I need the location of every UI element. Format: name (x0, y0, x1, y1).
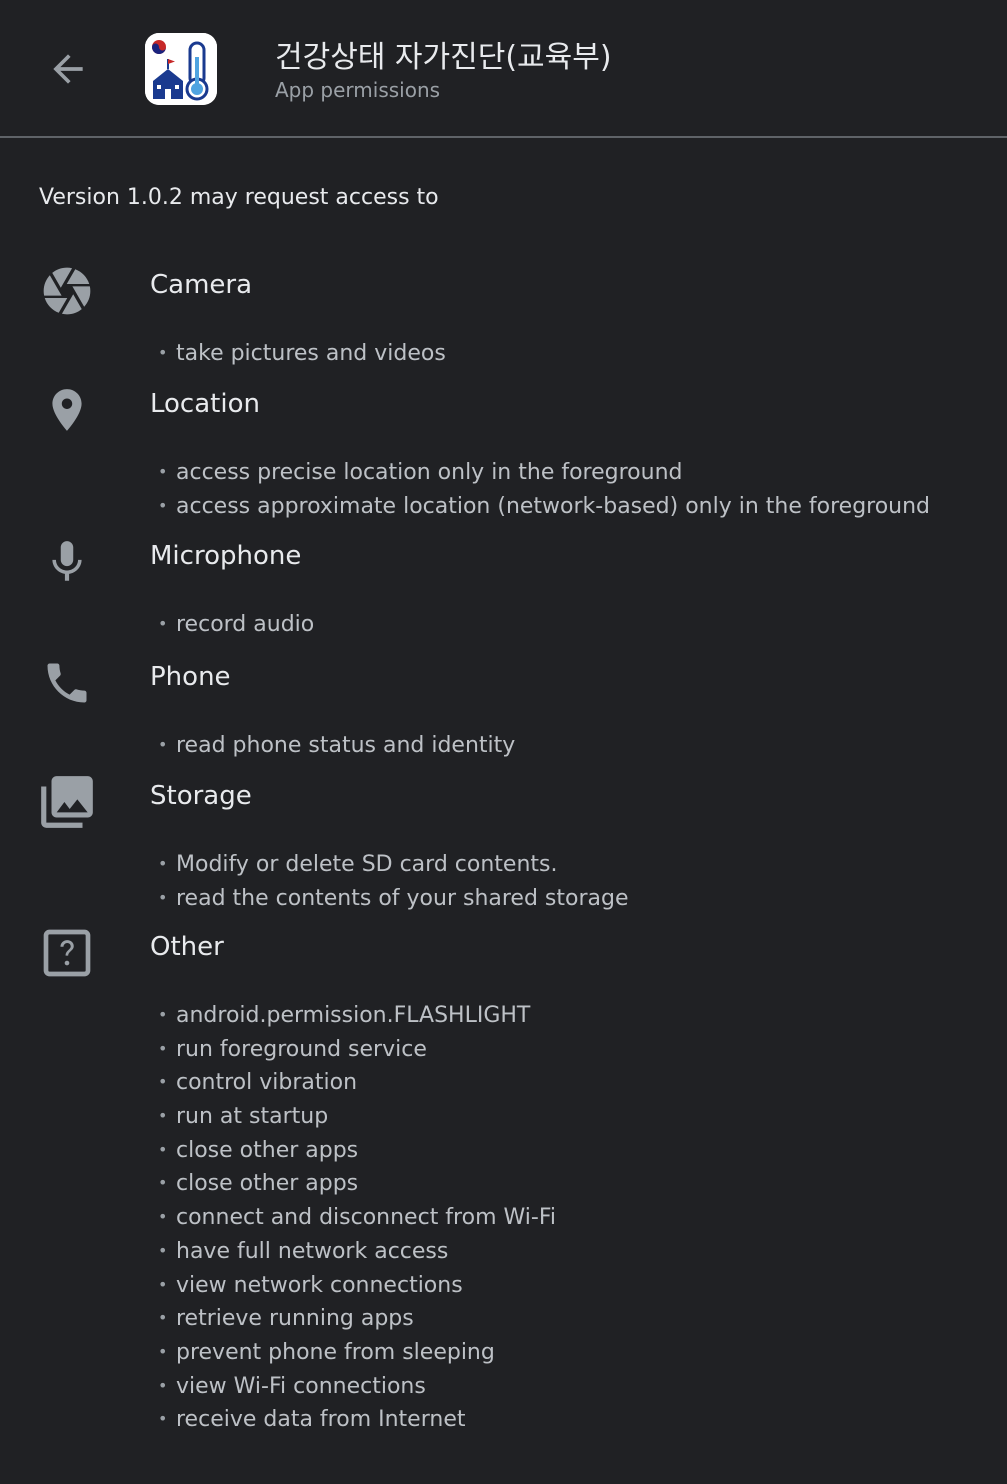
permission-item: • control vibration (158, 1070, 358, 1096)
camera-aperture-icon (32, 256, 102, 326)
permission-item: • record audio (158, 612, 315, 637)
permission-item: • connect and disconnect from Wi-Fi (158, 1205, 556, 1231)
permission-item: • android.permission.FLASHLIGHT (158, 1003, 531, 1028)
app-bar: 건강상태 자가진단(교육부) App permissions (0, 0, 1007, 138)
version-intro-text: Version 1.0.2 may request access to (39, 185, 439, 210)
permission-list-storage: • Modify or delete SD card contents. • rea… (158, 847, 629, 914)
permission-item: • take pictures and videos (158, 341, 446, 366)
permission-item: • Modify or delete SD card contents. (158, 852, 558, 877)
permission-item: • run at startup (158, 1104, 329, 1130)
permission-list-location: • access precise location only in the for… (158, 455, 930, 522)
permission-item: • access approximate location (network-ba… (158, 493, 931, 519)
permission-group-title-camera: Camera (150, 270, 253, 300)
microphone-icon (32, 527, 102, 597)
app-logo-icon (145, 33, 217, 105)
permission-item: • view Wi-Fi connections (158, 1373, 426, 1399)
permission-group-title-phone: Phone (150, 662, 231, 692)
permission-item: • read the contents of your shared storag… (158, 885, 629, 911)
permission-group-title-microphone: Microphone (150, 541, 302, 571)
permission-item: • access precise location only in the for… (158, 460, 683, 485)
permission-item: • prevent phone from sleeping (158, 1339, 495, 1365)
permission-list-microphone: • record audio (158, 607, 314, 641)
help-box-icon (32, 918, 102, 988)
page-subtitle: App permissions (275, 78, 441, 102)
permission-item: • read phone status and identity (158, 733, 516, 758)
permission-group-title-storage: Storage (150, 781, 252, 811)
permission-list-other: • android.permission.FLASHLIGHT • run fore… (158, 998, 556, 1436)
app-title: 건강상태 자가진단(교육부) (275, 40, 612, 75)
permission-item: • close other apps (158, 1171, 359, 1197)
back-button[interactable] (38, 39, 98, 99)
permission-item: • view network connections (158, 1272, 463, 1298)
permission-group-title-other: Other (150, 932, 224, 962)
permission-list-phone: • read phone status and identity (158, 728, 515, 762)
permission-group-title-location: Location (150, 389, 260, 419)
permission-item: • retrieve running apps (158, 1306, 414, 1332)
permission-item: • receive data from Internet (158, 1407, 466, 1433)
photo-library-icon (32, 767, 102, 837)
permission-item: • have full network access (158, 1238, 449, 1264)
location-pin-icon (32, 375, 102, 445)
permission-list-camera: • take pictures and videos (158, 336, 446, 370)
phone-icon (32, 648, 102, 718)
permission-item: • close other apps (158, 1137, 359, 1163)
permission-item: • run foreground service (158, 1036, 427, 1062)
arrow-back-icon (53, 54, 83, 84)
